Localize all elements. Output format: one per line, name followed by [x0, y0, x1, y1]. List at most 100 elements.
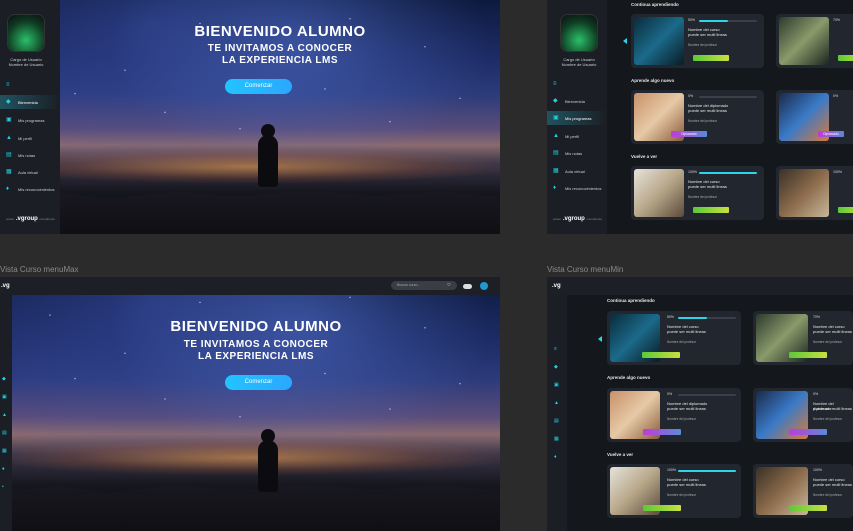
progress-percent: 100% [688, 170, 697, 174]
progress-percent: 100% [667, 468, 676, 472]
progress-bar [699, 96, 757, 98]
start-button[interactable]: Comenzar [225, 375, 292, 390]
hero-person-silhouette [258, 124, 278, 187]
sidebar-item-programas[interactable]: ▣ Mis programas [547, 111, 607, 125]
book-icon[interactable]: ▣ [2, 395, 7, 400]
sidebar-item-notas[interactable]: ▤ Mis notas [547, 146, 607, 160]
professor-name: Nombre del profesor [813, 417, 843, 421]
course-card[interactable]: 0% Nombre del diplomado puede ser multi … [607, 388, 741, 442]
course-card[interactable]: 70% [776, 14, 853, 68]
professor-name: Nombre del profesor [667, 340, 697, 344]
class-icon: ▦ [553, 168, 559, 174]
trophy-icon[interactable]: ♦ [2, 467, 7, 472]
carousel-prev-icon[interactable] [623, 38, 627, 44]
course-card[interactable]: 100% [776, 166, 853, 220]
course-card[interactable]: 50% Nombre del curso puede ser multi lin… [631, 14, 764, 68]
sidebar-item-label: Bienvenida [18, 99, 38, 105]
course-card[interactable]: 100% Nombre del curso puede ser multi li… [753, 464, 853, 518]
caption-menumin: Vista Curso menuMin [547, 265, 624, 274]
progress-percent: 100% [813, 468, 822, 472]
home-icon[interactable]: ◆ [2, 377, 7, 382]
sidebar-item-perfil[interactable]: ▲ Mi perfil [547, 129, 607, 143]
sidebar-item-label: Mis reconocimientos [565, 185, 602, 191]
class-icon[interactable]: ▦ [2, 449, 7, 454]
user-avatar[interactable] [7, 14, 45, 52]
course-thumbnail [634, 17, 684, 65]
diploma-chip [643, 429, 681, 435]
user-name: Nombre de Usuario [561, 62, 597, 67]
course-card[interactable]: 0% Nombre del diplomado puede ser multi … [753, 388, 853, 442]
class-icon[interactable]: ▦ [554, 437, 559, 442]
sidebar-item-notas[interactable]: ▤ Mis notas [0, 148, 60, 162]
course-card[interactable]: 0% Diplomado [776, 90, 853, 144]
sidebar-item-label: Mis notas [565, 150, 583, 156]
course-card[interactable]: 0% Nombre del diplomado puede ser multi … [631, 90, 764, 144]
course-name-line-2: puede ser multi lineas [813, 406, 852, 411]
frame-home-menumax: Cargo de Usuario Nombre de Usuario ≡ ◆ Bi… [0, 0, 500, 234]
sidebar-item-bienvenida[interactable]: ◆ Bienvenida [0, 95, 60, 109]
professor-name: Nombre del profesor [688, 119, 718, 123]
trophy-icon: ♦ [6, 186, 10, 192]
sidebar-item-aula[interactable]: ▦ Aula virtual [0, 165, 60, 179]
course-card[interactable]: 100% Nombre del curso puede ser multi li… [607, 464, 741, 518]
carousel-prev-icon[interactable] [598, 336, 602, 342]
notes-icon[interactable]: ▤ [554, 419, 559, 424]
help-icon[interactable]: • [2, 485, 7, 490]
theme-toggle[interactable] [463, 284, 472, 289]
section-continue-title: Continua aprendiendo [631, 2, 679, 7]
book-icon: ▣ [6, 117, 12, 123]
progress-percent: 70% [813, 315, 821, 319]
sidebar-item-label: Aula virtual [565, 168, 585, 174]
sidebar-item-perfil[interactable]: ▲ Mi perfil [0, 131, 60, 145]
professor-name: Nombre del profesor [667, 417, 697, 421]
professor-name: Nombre del profesor [813, 340, 843, 344]
user-avatar[interactable] [560, 14, 598, 52]
home-icon[interactable]: ◆ [554, 365, 559, 370]
professor-name: Nombre del profesor [688, 195, 718, 199]
course-card[interactable]: 50% Nombre del curso puede ser multi lin… [607, 311, 741, 365]
brand-suffix: consultores [586, 217, 602, 221]
progress-percent: 100% [833, 170, 842, 174]
book-icon[interactable]: ▣ [554, 383, 559, 388]
sidebar-item-programas[interactable]: ▣ Mis programas [0, 113, 60, 127]
diploma-chip [789, 429, 827, 435]
progress-percent: 50% [688, 18, 696, 22]
class-icon: ▦ [6, 169, 12, 175]
sidebar-item-reconocimientos[interactable]: ♦ Mis reconocimientos [547, 181, 607, 195]
progress-bar [678, 394, 736, 396]
status-chip [838, 55, 853, 61]
course-thumbnail [634, 169, 684, 217]
sidebar-toggle[interactable]: ≡ [547, 77, 607, 91]
professor-name: Nombre del profesor [813, 493, 843, 497]
brand-prefix: power [6, 217, 15, 221]
trophy-icon[interactable]: ♦ [554, 455, 559, 460]
frame-programs-menumax: Cargo de Usuario Nombre de Usuario ≡ ◆ Bi… [547, 0, 853, 234]
sidebar-toggle[interactable]: ≡ [0, 78, 60, 92]
menu-icon[interactable]: ≡ [554, 347, 559, 352]
course-name-line-2: puede ser multi lineas [667, 329, 706, 334]
notes-icon[interactable]: ▤ [2, 431, 7, 436]
user-icon[interactable]: ▲ [554, 401, 559, 406]
search-icon[interactable]: ○ [447, 282, 451, 288]
city-lights [0, 149, 500, 183]
sidebar-item-label: Mis programas [18, 117, 45, 123]
sidebar: Cargo de Usuario Nombre de Usuario ≡ ◆ Bi… [547, 0, 607, 234]
sidebar-item-reconocimientos[interactable]: ♦ Mis reconocimientos [0, 182, 60, 196]
user-icon[interactable]: ▲ [2, 413, 7, 418]
sidebar-item-aula[interactable]: ▦ Aula virtual [547, 164, 607, 178]
progress-percent: 0% [688, 94, 694, 98]
course-name-line-2: puede ser multi lineas [688, 32, 727, 37]
course-card[interactable]: 100% Nombre del curso puede ser multi li… [631, 166, 764, 220]
hero-subtitle-1: TE INVITAMOS A CONOCER [183, 339, 329, 350]
course-thumbnail [779, 17, 829, 65]
brand-text: .vgroup [15, 216, 38, 222]
sidebar-item-bienvenida[interactable]: ◆ Bienvenida [547, 94, 607, 108]
professor-name: Nombre del profesor [667, 493, 697, 497]
status-chip [643, 505, 681, 511]
notification-icon[interactable] [480, 282, 488, 290]
course-card[interactable]: 70% Nombre del curso puede ser multi lin… [753, 311, 853, 365]
course-name-line-2: puede ser multi lineas [688, 184, 727, 189]
home-icon: ◆ [6, 99, 11, 105]
frame-home-menumin: .vg Buscar curso... ○ ◆ ▣ ▲ ▤ ▦ ♦ • BIEN… [0, 277, 500, 531]
start-button[interactable]: Comenzar [225, 79, 292, 94]
